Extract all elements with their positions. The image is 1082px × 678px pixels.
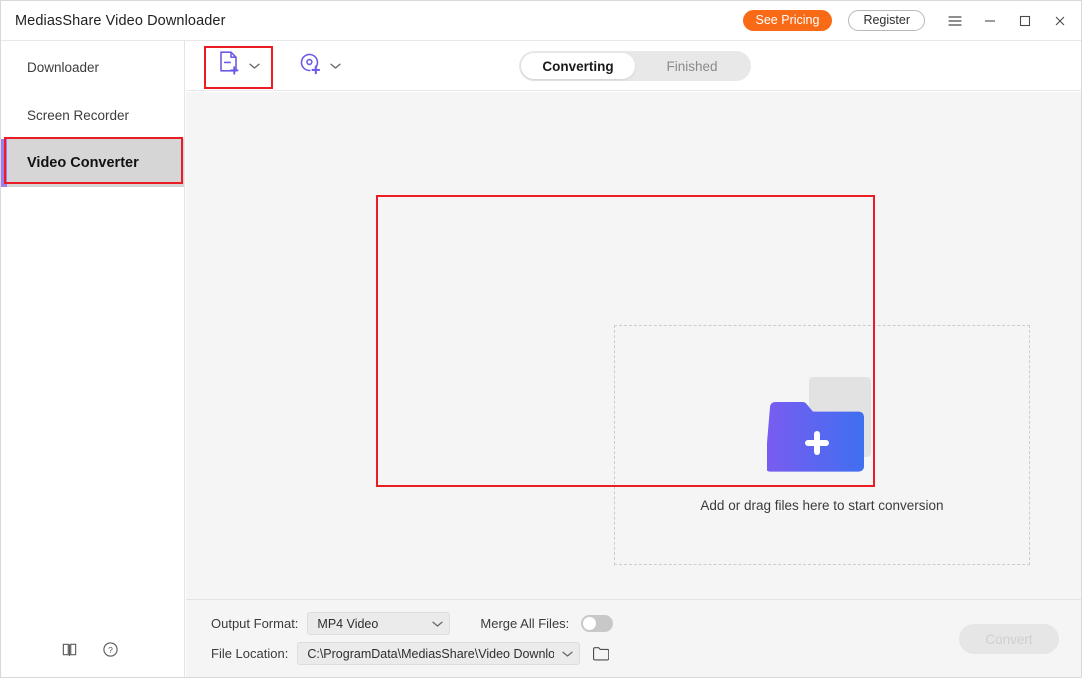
status-tabs: Converting Finished bbox=[519, 51, 751, 81]
app-window: MediasShare Video Downloader See Pricing… bbox=[0, 0, 1082, 678]
sidebar-footer: ? bbox=[1, 641, 184, 658]
close-icon[interactable] bbox=[1042, 2, 1077, 40]
output-format-row: Output Format: MP4 Video Merge All Files… bbox=[211, 612, 614, 635]
register-button[interactable]: Register bbox=[848, 10, 925, 31]
dropzone-container[interactable]: Add or drag files here to start conversi… bbox=[376, 195, 1030, 565]
toggle-knob bbox=[583, 617, 597, 630]
sidebar-item-label: Video Converter bbox=[27, 155, 139, 171]
title-bar: MediasShare Video Downloader See Pricing… bbox=[1, 1, 1081, 41]
minimize-icon[interactable] bbox=[972, 2, 1007, 40]
hamburger-menu-icon[interactable] bbox=[937, 2, 972, 40]
sidebar: Downloader Screen Recorder Video Convert… bbox=[1, 41, 185, 677]
chevron-down-icon bbox=[330, 57, 341, 75]
main-content: Add or drag files here to start conversi… bbox=[186, 92, 1081, 599]
output-format-label: Output Format: bbox=[211, 616, 299, 631]
output-format-value: MP4 Video bbox=[317, 616, 379, 631]
chevron-down-icon bbox=[249, 57, 260, 75]
merge-all-files-label: Merge All Files: bbox=[480, 616, 570, 631]
sidebar-item-downloader[interactable]: Downloader bbox=[1, 43, 184, 91]
add-disc-icon bbox=[298, 50, 323, 82]
sidebar-item-label: Screen Recorder bbox=[27, 107, 130, 123]
maximize-icon[interactable] bbox=[1007, 2, 1042, 40]
manual-book-icon[interactable] bbox=[61, 641, 78, 658]
add-file-button[interactable] bbox=[211, 46, 266, 86]
dropzone-message: Add or drag files here to start conversi… bbox=[700, 498, 944, 513]
add-disc-button[interactable] bbox=[292, 46, 347, 86]
sidebar-item-label: Downloader bbox=[27, 59, 100, 75]
app-title: MediasShare Video Downloader bbox=[15, 12, 226, 29]
output-format-select[interactable]: MP4 Video bbox=[307, 612, 451, 635]
chevron-down-icon bbox=[562, 650, 573, 658]
file-location-value: C:\ProgramData\MediasShare\Video Downloa bbox=[307, 646, 555, 661]
file-location-label: File Location: bbox=[211, 646, 289, 661]
merge-all-files-toggle[interactable] bbox=[581, 615, 614, 632]
folder-icon[interactable] bbox=[592, 646, 610, 661]
see-pricing-button[interactable]: See Pricing bbox=[742, 10, 833, 31]
file-location-select[interactable]: C:\ProgramData\MediasShare\Video Downloa bbox=[297, 642, 581, 665]
title-bar-controls: See Pricing Register bbox=[742, 2, 1081, 40]
tab-finished[interactable]: Finished bbox=[635, 53, 749, 79]
svg-text:?: ? bbox=[108, 645, 113, 655]
help-circle-icon[interactable]: ? bbox=[102, 641, 119, 658]
add-file-icon bbox=[217, 50, 242, 82]
toolbar: Converting Finished bbox=[186, 41, 1081, 91]
sidebar-item-video-converter[interactable]: Video Converter bbox=[1, 139, 184, 187]
tab-converting[interactable]: Converting bbox=[521, 53, 635, 79]
file-location-row: File Location: C:\ProgramData\MediasShar… bbox=[211, 642, 610, 665]
sidebar-item-screen-recorder[interactable]: Screen Recorder bbox=[1, 91, 184, 139]
add-folder-icon bbox=[767, 377, 877, 482]
dropzone[interactable]: Add or drag files here to start conversi… bbox=[614, 325, 1030, 565]
bottom-bar: Output Format: MP4 Video Merge All Files… bbox=[186, 599, 1081, 677]
chevron-down-icon bbox=[432, 620, 444, 628]
convert-button[interactable]: Convert bbox=[959, 624, 1059, 654]
